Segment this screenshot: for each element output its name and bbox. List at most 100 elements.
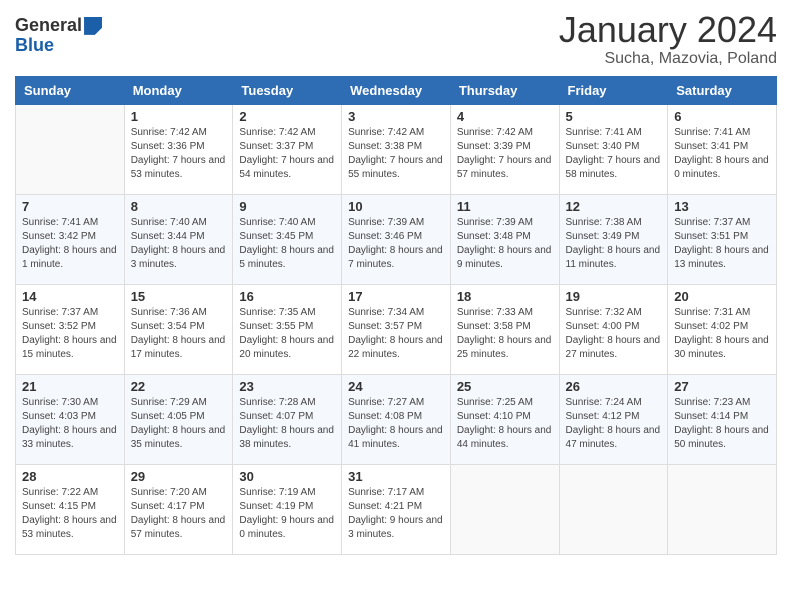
day-info: Sunrise: 7:39 AMSunset: 3:46 PMDaylight:… bbox=[348, 216, 444, 272]
day-info: Sunrise: 7:41 AMSunset: 3:42 PMDaylight:… bbox=[22, 216, 118, 272]
day-number: 12 bbox=[566, 199, 662, 214]
table-row: 22 Sunrise: 7:29 AMSunset: 4:05 PMDaylig… bbox=[124, 374, 233, 464]
day-number: 25 bbox=[457, 379, 553, 394]
day-info: Sunrise: 7:41 AMSunset: 3:40 PMDaylight:… bbox=[566, 126, 662, 182]
day-number: 30 bbox=[239, 469, 335, 484]
day-number: 21 bbox=[22, 379, 118, 394]
day-info: Sunrise: 7:25 AMSunset: 4:10 PMDaylight:… bbox=[457, 396, 553, 452]
day-info: Sunrise: 7:24 AMSunset: 4:12 PMDaylight:… bbox=[566, 396, 662, 452]
day-number: 8 bbox=[131, 199, 227, 214]
col-tuesday: Tuesday bbox=[233, 76, 342, 104]
table-row: 20 Sunrise: 7:31 AMSunset: 4:02 PMDaylig… bbox=[668, 284, 777, 374]
day-info: Sunrise: 7:35 AMSunset: 3:55 PMDaylight:… bbox=[239, 306, 335, 362]
day-info: Sunrise: 7:38 AMSunset: 3:49 PMDaylight:… bbox=[566, 216, 662, 272]
day-number: 7 bbox=[22, 199, 118, 214]
table-row: 13 Sunrise: 7:37 AMSunset: 3:51 PMDaylig… bbox=[668, 194, 777, 284]
day-info: Sunrise: 7:32 AMSunset: 4:00 PMDaylight:… bbox=[566, 306, 662, 362]
table-row: 16 Sunrise: 7:35 AMSunset: 3:55 PMDaylig… bbox=[233, 284, 342, 374]
table-row: 3 Sunrise: 7:42 AMSunset: 3:38 PMDayligh… bbox=[342, 104, 451, 194]
table-row: 1 Sunrise: 7:42 AMSunset: 3:36 PMDayligh… bbox=[124, 104, 233, 194]
day-number: 15 bbox=[131, 289, 227, 304]
table-row: 12 Sunrise: 7:38 AMSunset: 3:49 PMDaylig… bbox=[559, 194, 668, 284]
day-number: 13 bbox=[674, 199, 770, 214]
day-info: Sunrise: 7:28 AMSunset: 4:07 PMDaylight:… bbox=[239, 396, 335, 452]
day-info: Sunrise: 7:40 AMSunset: 3:44 PMDaylight:… bbox=[131, 216, 227, 272]
day-number: 10 bbox=[348, 199, 444, 214]
col-monday: Monday bbox=[124, 76, 233, 104]
calendar-header-row: Sunday Monday Tuesday Wednesday Thursday… bbox=[16, 76, 777, 104]
page-header: General Blue January 2024 Sucha, Mazovia… bbox=[15, 10, 777, 68]
logo-blue: Blue bbox=[15, 36, 54, 56]
table-row: 29 Sunrise: 7:20 AMSunset: 4:17 PMDaylig… bbox=[124, 464, 233, 554]
title-area: January 2024 Sucha, Mazovia, Poland bbox=[559, 10, 777, 68]
day-info: Sunrise: 7:30 AMSunset: 4:03 PMDaylight:… bbox=[22, 396, 118, 452]
day-number: 29 bbox=[131, 469, 227, 484]
day-info: Sunrise: 7:29 AMSunset: 4:05 PMDaylight:… bbox=[131, 396, 227, 452]
day-number: 14 bbox=[22, 289, 118, 304]
day-number: 26 bbox=[566, 379, 662, 394]
table-row: 11 Sunrise: 7:39 AMSunset: 3:48 PMDaylig… bbox=[450, 194, 559, 284]
day-info: Sunrise: 7:41 AMSunset: 3:41 PMDaylight:… bbox=[674, 126, 770, 182]
day-number: 19 bbox=[566, 289, 662, 304]
day-number: 28 bbox=[22, 469, 118, 484]
day-number: 24 bbox=[348, 379, 444, 394]
table-row: 25 Sunrise: 7:25 AMSunset: 4:10 PMDaylig… bbox=[450, 374, 559, 464]
day-number: 5 bbox=[566, 109, 662, 124]
day-info: Sunrise: 7:20 AMSunset: 4:17 PMDaylight:… bbox=[131, 486, 227, 542]
day-info: Sunrise: 7:33 AMSunset: 3:58 PMDaylight:… bbox=[457, 306, 553, 362]
week-row-4: 21 Sunrise: 7:30 AMSunset: 4:03 PMDaylig… bbox=[16, 374, 777, 464]
day-number: 16 bbox=[239, 289, 335, 304]
table-row: 28 Sunrise: 7:22 AMSunset: 4:15 PMDaylig… bbox=[16, 464, 125, 554]
table-row: 8 Sunrise: 7:40 AMSunset: 3:44 PMDayligh… bbox=[124, 194, 233, 284]
day-info: Sunrise: 7:42 AMSunset: 3:38 PMDaylight:… bbox=[348, 126, 444, 182]
table-row: 19 Sunrise: 7:32 AMSunset: 4:00 PMDaylig… bbox=[559, 284, 668, 374]
table-row: 4 Sunrise: 7:42 AMSunset: 3:39 PMDayligh… bbox=[450, 104, 559, 194]
table-row bbox=[559, 464, 668, 554]
col-wednesday: Wednesday bbox=[342, 76, 451, 104]
day-info: Sunrise: 7:31 AMSunset: 4:02 PMDaylight:… bbox=[674, 306, 770, 362]
table-row: 30 Sunrise: 7:19 AMSunset: 4:19 PMDaylig… bbox=[233, 464, 342, 554]
day-number: 23 bbox=[239, 379, 335, 394]
day-info: Sunrise: 7:42 AMSunset: 3:36 PMDaylight:… bbox=[131, 126, 227, 182]
table-row: 26 Sunrise: 7:24 AMSunset: 4:12 PMDaylig… bbox=[559, 374, 668, 464]
week-row-3: 14 Sunrise: 7:37 AMSunset: 3:52 PMDaylig… bbox=[16, 284, 777, 374]
logo: General Blue bbox=[15, 16, 102, 56]
col-thursday: Thursday bbox=[450, 76, 559, 104]
table-row: 15 Sunrise: 7:36 AMSunset: 3:54 PMDaylig… bbox=[124, 284, 233, 374]
table-row: 27 Sunrise: 7:23 AMSunset: 4:14 PMDaylig… bbox=[668, 374, 777, 464]
day-info: Sunrise: 7:36 AMSunset: 3:54 PMDaylight:… bbox=[131, 306, 227, 362]
day-info: Sunrise: 7:37 AMSunset: 3:52 PMDaylight:… bbox=[22, 306, 118, 362]
table-row: 31 Sunrise: 7:17 AMSunset: 4:21 PMDaylig… bbox=[342, 464, 451, 554]
day-info: Sunrise: 7:42 AMSunset: 3:37 PMDaylight:… bbox=[239, 126, 335, 182]
col-saturday: Saturday bbox=[668, 76, 777, 104]
col-friday: Friday bbox=[559, 76, 668, 104]
day-info: Sunrise: 7:22 AMSunset: 4:15 PMDaylight:… bbox=[22, 486, 118, 542]
table-row: 21 Sunrise: 7:30 AMSunset: 4:03 PMDaylig… bbox=[16, 374, 125, 464]
day-number: 31 bbox=[348, 469, 444, 484]
table-row: 24 Sunrise: 7:27 AMSunset: 4:08 PMDaylig… bbox=[342, 374, 451, 464]
day-info: Sunrise: 7:19 AMSunset: 4:19 PMDaylight:… bbox=[239, 486, 335, 542]
day-number: 11 bbox=[457, 199, 553, 214]
day-info: Sunrise: 7:17 AMSunset: 4:21 PMDaylight:… bbox=[348, 486, 444, 542]
day-number: 2 bbox=[239, 109, 335, 124]
table-row: 5 Sunrise: 7:41 AMSunset: 3:40 PMDayligh… bbox=[559, 104, 668, 194]
table-row: 7 Sunrise: 7:41 AMSunset: 3:42 PMDayligh… bbox=[16, 194, 125, 284]
col-sunday: Sunday bbox=[16, 76, 125, 104]
page-title: January 2024 bbox=[559, 10, 777, 50]
table-row: 2 Sunrise: 7:42 AMSunset: 3:37 PMDayligh… bbox=[233, 104, 342, 194]
table-row bbox=[450, 464, 559, 554]
day-info: Sunrise: 7:23 AMSunset: 4:14 PMDaylight:… bbox=[674, 396, 770, 452]
week-row-5: 28 Sunrise: 7:22 AMSunset: 4:15 PMDaylig… bbox=[16, 464, 777, 554]
table-row: 17 Sunrise: 7:34 AMSunset: 3:57 PMDaylig… bbox=[342, 284, 451, 374]
table-row: 18 Sunrise: 7:33 AMSunset: 3:58 PMDaylig… bbox=[450, 284, 559, 374]
day-info: Sunrise: 7:39 AMSunset: 3:48 PMDaylight:… bbox=[457, 216, 553, 272]
week-row-1: 1 Sunrise: 7:42 AMSunset: 3:36 PMDayligh… bbox=[16, 104, 777, 194]
logo-general: General bbox=[15, 16, 82, 36]
table-row: 9 Sunrise: 7:40 AMSunset: 3:45 PMDayligh… bbox=[233, 194, 342, 284]
table-row: 23 Sunrise: 7:28 AMSunset: 4:07 PMDaylig… bbox=[233, 374, 342, 464]
page-location: Sucha, Mazovia, Poland bbox=[559, 50, 777, 68]
day-number: 9 bbox=[239, 199, 335, 214]
day-info: Sunrise: 7:34 AMSunset: 3:57 PMDaylight:… bbox=[348, 306, 444, 362]
day-number: 27 bbox=[674, 379, 770, 394]
day-number: 3 bbox=[348, 109, 444, 124]
